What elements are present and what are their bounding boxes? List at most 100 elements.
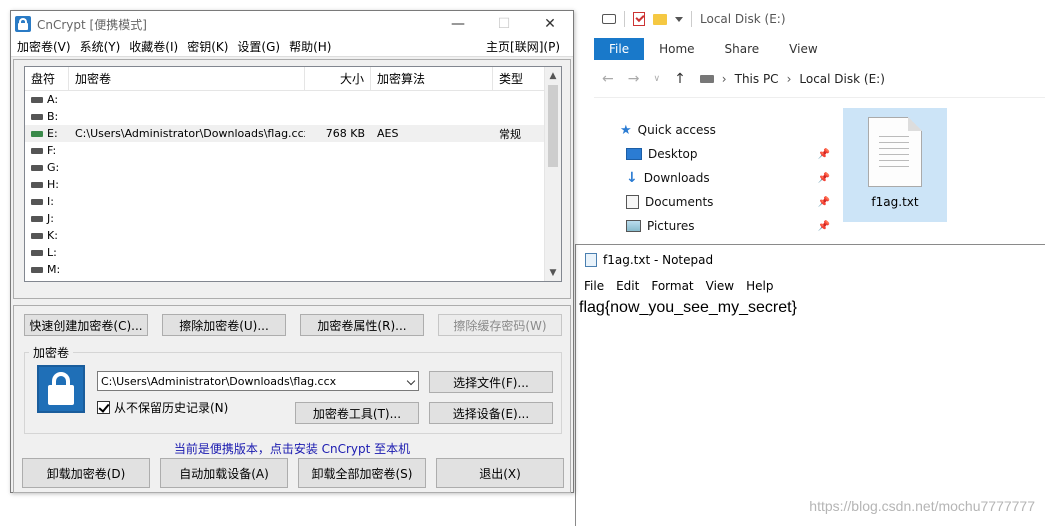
drive-list-header: 盘符 加密卷 大小 加密算法 类型 [25, 67, 561, 91]
notepad-text-area[interactable]: flag{now_you_see_my_secret} [576, 299, 1045, 317]
exit-button[interactable]: 退出(X) [436, 458, 564, 488]
menu-favorites[interactable]: 收藏卷(I) [125, 38, 182, 55]
table-row[interactable]: L: [25, 244, 561, 261]
volume-tools-button[interactable]: 加密卷工具(T)... [295, 402, 419, 424]
properties-icon[interactable] [633, 12, 645, 26]
volume-path-combo[interactable]: C:\Users\Administrator\Downloads\flag.cc… [97, 371, 419, 391]
nav-item-quick-access[interactable]: ★ Quick access [620, 118, 830, 142]
column-drive[interactable]: 盘符 [25, 67, 69, 90]
quick-create-volume-button[interactable]: 快速创建加密卷(C)... [24, 314, 148, 336]
scroll-thumb[interactable] [548, 85, 558, 167]
close-icon[interactable]: ✕ [527, 11, 573, 37]
pin-icon[interactable]: 📌 [818, 221, 830, 232]
drive-letter-label: J: [47, 212, 54, 225]
nav-item-pictures[interactable]: Pictures 📌 [620, 214, 830, 238]
new-folder-icon[interactable] [653, 13, 667, 25]
volume-algorithm: AES [377, 127, 399, 140]
never-save-history-checkbox[interactable]: 从不保留历史记录(N) [97, 399, 228, 416]
menu-view[interactable]: View [700, 279, 740, 293]
chevron-down-icon[interactable]: ∨ [653, 74, 660, 84]
checkbox-checked-icon[interactable] [97, 401, 110, 414]
drive-letter-label: M: [47, 263, 61, 276]
drive-icon [31, 114, 43, 120]
chevron-up-icon[interactable]: ▲ [545, 67, 561, 84]
chevron-down-icon[interactable] [406, 376, 416, 386]
drive-letter: L: [25, 246, 69, 259]
ribbon-tab-view[interactable]: View [774, 38, 832, 60]
nav-item-downloads[interactable]: ↓ Downloads 📌 [620, 166, 830, 190]
ribbon-tab-share[interactable]: Share [710, 38, 775, 60]
drive-letter: F: [25, 144, 69, 157]
menu-homepage[interactable]: 主页[联网](P) [482, 38, 564, 55]
volume-size: 768 KB [325, 127, 365, 140]
column-size[interactable]: 大小 [305, 67, 371, 90]
table-row[interactable]: G: [25, 159, 561, 176]
file-item[interactable]: f1ag.txt [843, 108, 947, 222]
table-row[interactable]: E: C:\Users\Administrator\Downloads\flag.… [25, 125, 561, 142]
volume-properties-button[interactable]: 加密卷属性(R)... [300, 314, 424, 336]
menu-system[interactable]: 系统(Y) [76, 38, 125, 55]
drive-icon [31, 131, 43, 137]
drive-icon [31, 267, 43, 273]
table-row[interactable]: K: [25, 227, 561, 244]
table-row[interactable]: H: [25, 176, 561, 193]
nav-item-label: Pictures [647, 219, 695, 233]
lock-icon [15, 16, 31, 32]
notepad-window: f1ag.txt - Notepad File Edit Format View… [575, 244, 1045, 526]
menu-keys[interactable]: 密钥(K) [183, 38, 232, 55]
menu-volumes[interactable]: 加密卷(V) [13, 38, 75, 55]
auto-mount-button[interactable]: 自动加载设备(A) [160, 458, 288, 488]
select-device-button[interactable]: 选择设备(E)... [429, 402, 553, 424]
table-row[interactable]: J: [25, 210, 561, 227]
drive-letter-label: K: [47, 229, 58, 242]
address-bar[interactable]: › This PC › Local Disk (E:) [699, 71, 885, 86]
menu-help[interactable]: Help [740, 279, 779, 293]
scrollbar[interactable]: ▲ ▼ [544, 67, 561, 281]
table-row[interactable]: B: [25, 108, 561, 125]
dismount-button[interactable]: 卸载加密卷(D) [22, 458, 150, 488]
pin-icon[interactable]: 📌 [818, 149, 830, 160]
nav-item-desktop[interactable]: Desktop 📌 [620, 142, 830, 166]
drive-letter-label: A: [47, 93, 59, 106]
menu-settings[interactable]: 设置(G) [233, 38, 284, 55]
star-icon: ★ [620, 122, 632, 138]
column-volume[interactable]: 加密卷 [69, 67, 305, 90]
select-file-button[interactable]: 选择文件(F)... [429, 371, 553, 393]
pin-icon[interactable]: 📌 [818, 197, 830, 208]
drive-letter-label: H: [47, 178, 59, 191]
menu-file[interactable]: File [578, 279, 610, 293]
column-type[interactable]: 类型 [493, 67, 545, 90]
drive-icon [31, 233, 43, 239]
menu-help[interactable]: 帮助(H) [285, 38, 335, 55]
ribbon-tab-file[interactable]: File [594, 38, 645, 60]
table-row[interactable]: M: [25, 261, 561, 278]
menu-format[interactable]: Format [645, 279, 699, 293]
drive-list[interactable]: 盘符 加密卷 大小 加密算法 类型 A: B: E: C:\Users\Adminis… [24, 66, 562, 282]
wipe-volume-button[interactable]: 擦除加密卷(U)... [162, 314, 286, 336]
back-arrow-icon[interactable]: ← [602, 71, 614, 87]
pin-icon[interactable]: 📌 [818, 173, 830, 184]
minimize-icon[interactable]: — [435, 11, 481, 37]
drive-letter-label: E: [47, 127, 58, 140]
drive-icon [31, 97, 43, 103]
table-row[interactable]: A: [25, 91, 561, 108]
chevron-right-icon: › [786, 71, 792, 86]
chevron-down-icon[interactable]: ▼ [545, 264, 561, 281]
table-row[interactable]: F: [25, 142, 561, 159]
breadcrumb-this-pc[interactable]: This PC [735, 72, 779, 86]
ribbon-tab-home[interactable]: Home [644, 38, 709, 60]
portable-install-link[interactable]: 当前是便携版本，点击安装 CnCrypt 至本机 [14, 440, 570, 457]
menu-edit[interactable]: Edit [610, 279, 645, 293]
cncrypt-titlebar: CnCrypt [便携模式] — ☐ ✕ [11, 11, 573, 37]
chevron-down-icon[interactable] [675, 16, 683, 22]
up-arrow-icon[interactable]: ↑ [674, 71, 686, 87]
cncrypt-menubar: 加密卷(V) 系统(Y) 收藏卷(I) 密钥(K) 设置(G) 帮助(H) 主页… [11, 37, 573, 57]
table-row[interactable]: I: [25, 193, 561, 210]
notepad-menubar: File Edit Format View Help [576, 275, 1045, 297]
nav-item-documents[interactable]: Documents 📌 [620, 190, 830, 214]
column-algorithm[interactable]: 加密算法 [371, 67, 493, 90]
breadcrumb-local-disk[interactable]: Local Disk (E:) [799, 72, 885, 86]
maximize-icon: ☐ [497, 16, 511, 32]
dismount-all-button[interactable]: 卸载全部加密卷(S) [298, 458, 426, 488]
forward-arrow-icon[interactable]: → [628, 71, 640, 87]
